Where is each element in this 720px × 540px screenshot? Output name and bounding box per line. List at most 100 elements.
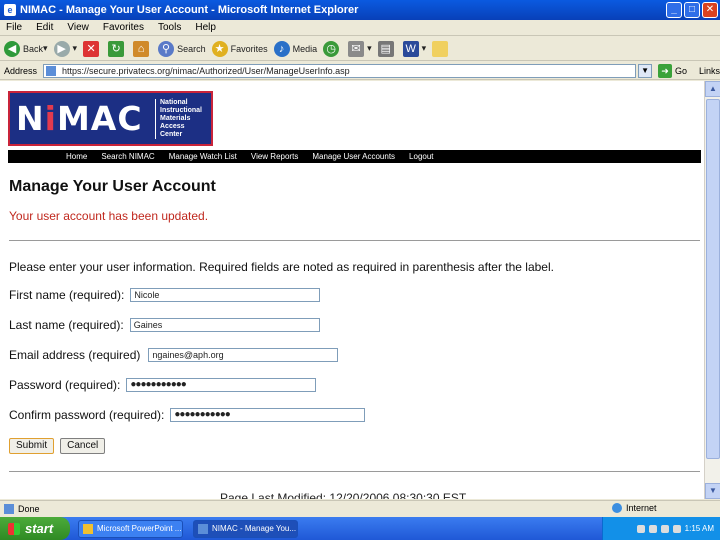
forward-button[interactable]: ▶ ▾ xyxy=(53,40,77,57)
back-button[interactable]: ◀ Back ▾ xyxy=(4,40,48,57)
success-message: Your user account has been updated. xyxy=(9,209,209,223)
taskbar-ie-nimac[interactable]: NIMAC - Manage You... xyxy=(193,519,298,538)
task-label: Microsoft PowerPoint ... xyxy=(97,524,182,533)
logo-wordmark: NiMAC xyxy=(10,99,155,138)
back-arrow-icon: ◀ xyxy=(4,40,20,57)
logo-line: Materials xyxy=(160,114,191,122)
window-controls: _ □ ✕ xyxy=(666,2,718,18)
status-bar: Done Internet xyxy=(0,500,720,516)
tray-icon[interactable] xyxy=(660,524,669,533)
nav-manage-watch-list[interactable]: Manage Watch List xyxy=(169,152,237,161)
menu-tools[interactable]: Tools xyxy=(158,22,181,33)
tray-icon[interactable] xyxy=(672,524,681,533)
address-bar: Address https://secure.privatecs.org/nim… xyxy=(0,62,720,80)
nav-search-nimac[interactable]: Search NIMAC xyxy=(101,152,154,161)
print-icon: ▤ xyxy=(377,40,394,57)
form-instructions: Please enter your user information. Requ… xyxy=(9,260,554,274)
confirm-password-input[interactable]: ●●●●●●●●●●● xyxy=(170,408,366,422)
submit-button[interactable]: Submit xyxy=(9,438,55,454)
nav-view-reports[interactable]: View Reports xyxy=(251,152,298,161)
first-name-row: First name (required): Nicole xyxy=(9,288,321,302)
vertical-scrollbar[interactable]: ▲ ▼ xyxy=(704,81,720,499)
discuss-button[interactable] xyxy=(432,40,451,57)
address-dropdown-button[interactable]: ▼ xyxy=(638,63,652,78)
scroll-down-button[interactable]: ▼ xyxy=(705,483,720,499)
menu-view[interactable]: View xyxy=(67,22,89,33)
go-label: Go xyxy=(674,65,687,76)
go-button[interactable]: ➜ Go xyxy=(657,63,687,78)
scroll-thumb[interactable] xyxy=(706,99,720,459)
favorites-button[interactable]: ★ Favorites xyxy=(211,40,268,57)
last-name-input[interactable]: Gaines xyxy=(129,318,320,332)
word-icon: W xyxy=(402,40,419,57)
confirm-password-row: Confirm password (required): ●●●●●●●●●●● xyxy=(9,408,366,422)
address-input[interactable]: https://secure.privatecs.org/nimac/Autho… xyxy=(43,63,637,78)
media-button[interactable]: ♪ Media xyxy=(273,40,317,57)
search-button[interactable]: ⚲ Search xyxy=(158,40,206,57)
globe-icon xyxy=(612,503,622,513)
favorites-label: Favorites xyxy=(230,43,268,54)
confirm-password-label: Confirm password (required): xyxy=(9,408,165,422)
security-zone: Internet xyxy=(612,503,657,513)
last-name-label: Last name (required): xyxy=(9,318,124,332)
refresh-icon: ↻ xyxy=(108,40,125,57)
home-icon: ⌂ xyxy=(133,40,150,57)
logo-line: Instructional xyxy=(160,106,203,114)
password-input[interactable]: ●●●●●●●●●●● xyxy=(126,378,317,392)
address-label: Address xyxy=(4,65,38,76)
mail-button[interactable]: ✉ ▾ xyxy=(348,40,372,57)
taskbar-powerpoint[interactable]: Microsoft PowerPoint ... xyxy=(78,519,183,538)
tray-icon[interactable] xyxy=(648,524,657,533)
email-row: Email address (required) ngaines@aph.org xyxy=(9,348,339,362)
address-url: https://secure.privatecs.org/nimac/Autho… xyxy=(62,65,350,76)
task-label: NIMAC - Manage You... xyxy=(212,524,297,533)
nav-manage-user-accounts[interactable]: Manage User Accounts xyxy=(312,152,395,161)
search-icon: ⚲ xyxy=(158,40,175,57)
browser-toolbar: ◀ Back ▾ ▶ ▾ ✕ ↻ ⌂ ⚲ Search ★ Favorites ♪ Med… xyxy=(0,37,720,61)
refresh-button[interactable]: ↻ xyxy=(108,40,127,57)
links-label[interactable]: Links xyxy=(699,66,720,76)
email-label: Email address (required) xyxy=(9,348,141,362)
first-name-label: First name (required): xyxy=(9,288,125,302)
menu-favorites[interactable]: Favorites xyxy=(103,22,144,33)
logo-tagline: National Instructional Materials Access … xyxy=(155,98,203,139)
edit-button[interactable]: W ▾ xyxy=(402,40,426,57)
nav-home[interactable]: Home xyxy=(66,152,87,161)
go-arrow-icon: ➜ xyxy=(657,63,672,78)
print-button[interactable]: ▤ xyxy=(377,40,397,57)
windows-taskbar: start Microsoft PowerPoint ... NIMAC - M… xyxy=(0,517,720,540)
history-button[interactable]: ◷ xyxy=(323,40,342,57)
site-nav: Home Search NIMAC Manage Watch List View… xyxy=(8,150,701,163)
first-name-input[interactable]: Nicole xyxy=(130,288,321,302)
form-actions: Submit Cancel xyxy=(9,438,106,454)
email-input[interactable]: ngaines@aph.org xyxy=(148,348,339,362)
page-viewport: NiMAC National Instructional Materials A… xyxy=(0,81,704,499)
page-icon xyxy=(46,65,57,76)
nav-logout[interactable]: Logout xyxy=(409,152,433,161)
password-row: Password (required): ●●●●●●●●●●● xyxy=(9,378,317,392)
logo-mac: MAC xyxy=(56,99,143,138)
zone-label: Internet xyxy=(626,503,657,513)
stop-button[interactable]: ✕ xyxy=(83,40,102,57)
divider xyxy=(9,471,700,472)
menu-file[interactable]: File xyxy=(6,22,22,33)
start-button[interactable]: start xyxy=(0,517,70,540)
home-button[interactable]: ⌂ xyxy=(133,40,152,57)
logo-line: Center xyxy=(160,130,183,138)
start-label: start xyxy=(25,521,54,536)
tray-icon[interactable] xyxy=(636,524,645,533)
menu-help[interactable]: Help xyxy=(195,22,216,33)
windows-flag-icon xyxy=(8,522,20,535)
minimize-button[interactable]: _ xyxy=(666,2,682,18)
menu-edit[interactable]: Edit xyxy=(36,22,53,33)
media-icon: ♪ xyxy=(273,40,290,57)
scroll-up-button[interactable]: ▲ xyxy=(705,81,720,97)
close-button[interactable]: ✕ xyxy=(702,2,718,18)
page-done-icon xyxy=(4,503,14,514)
last-modified: Page Last Modified: 12/20/2006 08:30:30 … xyxy=(220,491,467,499)
cancel-button[interactable]: Cancel xyxy=(60,438,106,454)
maximize-button[interactable]: □ xyxy=(684,2,700,18)
logo-line: National xyxy=(160,98,188,106)
logo-line: Access xyxy=(160,122,185,130)
window-title: NIMAC - Manage Your User Account - Micro… xyxy=(20,4,359,16)
